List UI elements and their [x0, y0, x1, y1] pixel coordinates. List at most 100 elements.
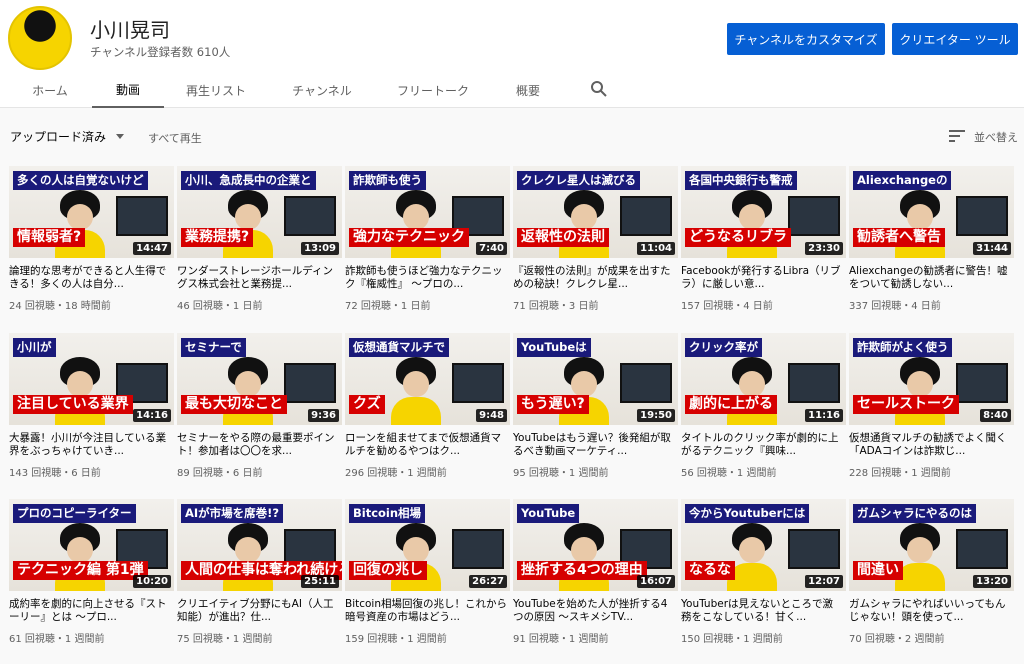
video-duration: 8:40 — [980, 409, 1011, 422]
video-meta: 89 回視聴・6 日前 — [177, 468, 263, 479]
video-thumbnail[interactable]: 多くの人は自覚ないけど 情報弱者? 14:47 — [9, 166, 174, 258]
video-title[interactable]: クリエイティブ分野にもAI（人工知能）が進出？仕... — [177, 598, 339, 624]
video-thumbnail[interactable]: 詐欺師がよく使う セールストーク 8:40 — [849, 333, 1014, 425]
video-thumbnail[interactable]: セミナーで 最も大切なこと 9:36 — [177, 333, 342, 425]
video-thumbnail[interactable]: 各国中央銀行も警戒 どうなるリブラ 23:30 — [681, 166, 846, 258]
video-meta: 157 回視聴・4 日前 — [681, 301, 773, 312]
sort-icon[interactable] — [949, 129, 965, 143]
thumbnail-bottom-caption: 最も大切なこと — [181, 395, 287, 414]
video-title[interactable]: ローンを組ませてまで仮想通貨マルチを勧めるやつはク... — [345, 432, 507, 458]
thumbnail-top-caption: クレクレ星人は滅びる — [517, 171, 640, 190]
video-title[interactable]: Facebookが発行するLibra（リブラ）に厳しい意... — [681, 265, 843, 291]
video-title[interactable]: Aliexchangeの勧誘者に警告！嘘をついて勧誘しない... — [849, 265, 1011, 291]
video-card[interactable]: 詐欺師も使う 強力なテクニック 7:40 詐欺師も使うほど強力なテクニック『権威性』 … — [345, 166, 510, 331]
video-thumbnail[interactable]: 小川、急成長中の企業と 業務提携? 13:09 — [177, 166, 342, 258]
thumbnail-bottom-caption: 間違い — [853, 561, 903, 580]
thumbnail-person — [895, 523, 945, 591]
video-card[interactable]: 各国中央銀行も警戒 どうなるリブラ 23:30 Facebookが発行するLibra（… — [681, 166, 846, 331]
video-title[interactable]: Bitcoin相場回復の兆し！これから暗号資産の市場はどう... — [345, 598, 507, 624]
subscriber-count: チャンネル登録者数 610人 — [90, 45, 231, 59]
video-thumbnail[interactable]: AIが市場を席巻!?人間の仕事は奪われ続けるのか!?25:11 — [177, 499, 342, 591]
creator-tools-button[interactable]: クリエイター ツール — [892, 23, 1018, 55]
video-card[interactable]: YouTube 挫折する4つの理由 16:07 YouTubeを始めた人が挫折する4つ… — [513, 499, 678, 664]
video-card[interactable]: YouTubeは もう遅い? 19:50 YouTubeはもう遅い？後発組が取るべき動… — [513, 333, 678, 498]
video-title[interactable]: ガムシャラにやればいいってもんじゃない！頭を使って... — [849, 598, 1011, 624]
video-duration: 10:20 — [133, 575, 171, 588]
video-title[interactable]: 仮想通貨マルチの勧誘でよく聞く「ADAコインは詐欺じ... — [849, 432, 1011, 458]
video-title[interactable]: タイトルのクリック率が劇的に上がるテクニック『興味... — [681, 432, 843, 458]
video-card[interactable]: セミナーで 最も大切なこと 9:36 セミナーをやる際の最重要ポイント！参加者は〇〇を… — [177, 333, 342, 498]
video-card[interactable]: 多くの人は自覚ないけど 情報弱者? 14:47 論理的な思考ができると人生得できる！多… — [9, 166, 174, 331]
video-title[interactable]: 成約率を劇的に向上させる『ストーリー』とは 〜プロ... — [9, 598, 171, 624]
upload-filter-dropdown[interactable]: アップロード済み — [10, 128, 106, 145]
video-thumbnail[interactable]: 小川が 注目している業界 14:16 — [9, 333, 174, 425]
video-card[interactable]: クリック率が 劇的に上がる 11:16 タイトルのクリック率が劇的に上がるテクニック『… — [681, 333, 846, 498]
video-card[interactable]: プロのコピーライター テクニック編 第1弾 10:20 成約率を劇的に向上させる『スト… — [9, 499, 174, 664]
video-title[interactable]: セミナーをやる際の最重要ポイント！参加者は〇〇を求... — [177, 432, 339, 458]
play-all-link[interactable]: すべて再生 — [148, 130, 202, 146]
video-thumbnail[interactable]: 今からYoutuberには なるな 12:07 — [681, 499, 846, 591]
tab-videos[interactable]: 動画 — [92, 72, 164, 108]
thumbnail-person — [223, 357, 273, 425]
video-title[interactable]: 『返報性の法則』が成果を出すための秘訣！クレクレ星... — [513, 265, 675, 291]
thumbnail-person — [559, 190, 609, 258]
thumbnail-bottom-caption: 注目している業界 — [13, 395, 133, 414]
tab-home[interactable]: ホーム — [14, 72, 86, 108]
video-card[interactable]: 小川が 注目している業界 14:16 大暴露！小川が今注目している業界をぶっちゃけてい… — [9, 333, 174, 498]
video-duration: 7:40 — [476, 242, 507, 255]
video-duration: 19:50 — [637, 409, 675, 422]
video-card[interactable]: Bitcoin相場 回復の兆し 26:27 Bitcoin相場回復の兆し！これから暗号… — [345, 499, 510, 664]
thumbnail-top-caption: Aliexchangeの — [853, 171, 952, 190]
video-card[interactable]: 詐欺師がよく使う セールストーク 8:40 仮想通貨マルチの勧誘でよく聞く「ADAコイ… — [849, 333, 1014, 498]
tab-about[interactable]: 概要 — [498, 72, 558, 108]
video-title[interactable]: ワンダーストレージホールディングス株式会社と業務提... — [177, 265, 339, 291]
video-card[interactable]: ガムシャラにやるのは 間違い 13:20 ガムシャラにやればいいってもんじゃない！頭を… — [849, 499, 1014, 664]
video-card[interactable]: 仮想通貨マルチで クズ 9:48 ローンを組ませてまで仮想通貨マルチを勧めるやつはク.… — [345, 333, 510, 498]
thumbnail-monitor — [452, 529, 504, 569]
thumbnail-person — [895, 357, 945, 425]
video-title[interactable]: 論理的な思考ができると人生得できる！多くの人は自分... — [9, 265, 171, 291]
video-title[interactable]: YouTuberは見えないところで激務をこなしている！甘く... — [681, 598, 843, 624]
video-title[interactable]: 大暴露！小川が今注目している業界をぶっちゃけていき... — [9, 432, 171, 458]
video-meta: 150 回視聴・1 週間前 — [681, 634, 783, 645]
channel-name: 小川晃司 — [90, 18, 170, 42]
video-duration: 26:27 — [469, 575, 507, 588]
video-thumbnail[interactable]: プロのコピーライター テクニック編 第1弾 10:20 — [9, 499, 174, 591]
thumbnail-bottom-caption: 回復の兆し — [349, 561, 427, 580]
tab-discussion[interactable]: フリートーク — [388, 72, 478, 108]
tab-playlists[interactable]: 再生リスト — [176, 72, 256, 108]
video-thumbnail[interactable]: YouTube 挫折する4つの理由 16:07 — [513, 499, 678, 591]
thumbnail-monitor — [788, 196, 840, 236]
video-title[interactable]: YouTubeはもう遅い？後発組が取るべき動画マーケティ... — [513, 432, 675, 458]
customize-channel-button[interactable]: チャンネルをカスタマイズ — [727, 23, 885, 55]
video-card[interactable]: クレクレ星人は滅びる 返報性の法則 11:04 『返報性の法則』が成果を出すための秘訣… — [513, 166, 678, 331]
tab-channels[interactable]: チャンネル — [282, 72, 362, 108]
thumbnail-person — [223, 523, 273, 591]
video-card[interactable]: 今からYoutuberには なるな 12:07 YouTuberは見えないところで激務… — [681, 499, 846, 664]
video-thumbnail[interactable]: ガムシャラにやるのは 間違い 13:20 — [849, 499, 1014, 591]
video-meta: 337 回視聴・4 日前 — [849, 301, 941, 312]
video-title[interactable]: YouTubeを始めた人が挫折する4つの原因 〜スキメシTV... — [513, 598, 675, 624]
video-thumbnail[interactable]: Aliexchangeの 勧誘者へ警告 31:44 — [849, 166, 1014, 258]
video-thumbnail[interactable]: クレクレ星人は滅びる 返報性の法則 11:04 — [513, 166, 678, 258]
video-meta: 159 回視聴・1 週間前 — [345, 634, 447, 645]
dropdown-arrow-icon[interactable] — [116, 134, 124, 139]
video-title[interactable]: 詐欺師も使うほど強力なテクニック『権威性』 〜プロの... — [345, 265, 507, 291]
video-thumbnail[interactable]: 詐欺師も使う 強力なテクニック 7:40 — [345, 166, 510, 258]
video-thumbnail[interactable]: 仮想通貨マルチで クズ 9:48 — [345, 333, 510, 425]
sort-button[interactable]: 並べ替え — [974, 129, 1018, 145]
video-thumbnail[interactable]: Bitcoin相場 回復の兆し 26:27 — [345, 499, 510, 591]
thumbnail-monitor — [620, 363, 672, 403]
thumbnail-bottom-caption: クズ — [349, 395, 385, 414]
video-thumbnail[interactable]: クリック率が 劇的に上がる 11:16 — [681, 333, 846, 425]
video-duration: 16:07 — [637, 575, 675, 588]
video-card[interactable]: 小川、急成長中の企業と 業務提携? 13:09 ワンダーストレージホールディングス株式… — [177, 166, 342, 331]
video-card[interactable]: Aliexchangeの 勧誘者へ警告 31:44 Aliexchangeの勧誘者に警… — [849, 166, 1014, 331]
thumbnail-bottom-caption: 返報性の法則 — [517, 228, 609, 247]
video-card[interactable]: AIが市場を席巻!?人間の仕事は奪われ続けるのか!?25:11 クリエイティブ分野… — [177, 499, 342, 664]
video-thumbnail[interactable]: YouTubeは もう遅い? 19:50 — [513, 333, 678, 425]
thumbnail-top-caption: Bitcoin相場 — [349, 504, 426, 523]
search-icon[interactable] — [590, 80, 608, 98]
video-meta: 75 回視聴・1 週間前 — [177, 634, 273, 645]
channel-avatar[interactable] — [8, 6, 72, 70]
